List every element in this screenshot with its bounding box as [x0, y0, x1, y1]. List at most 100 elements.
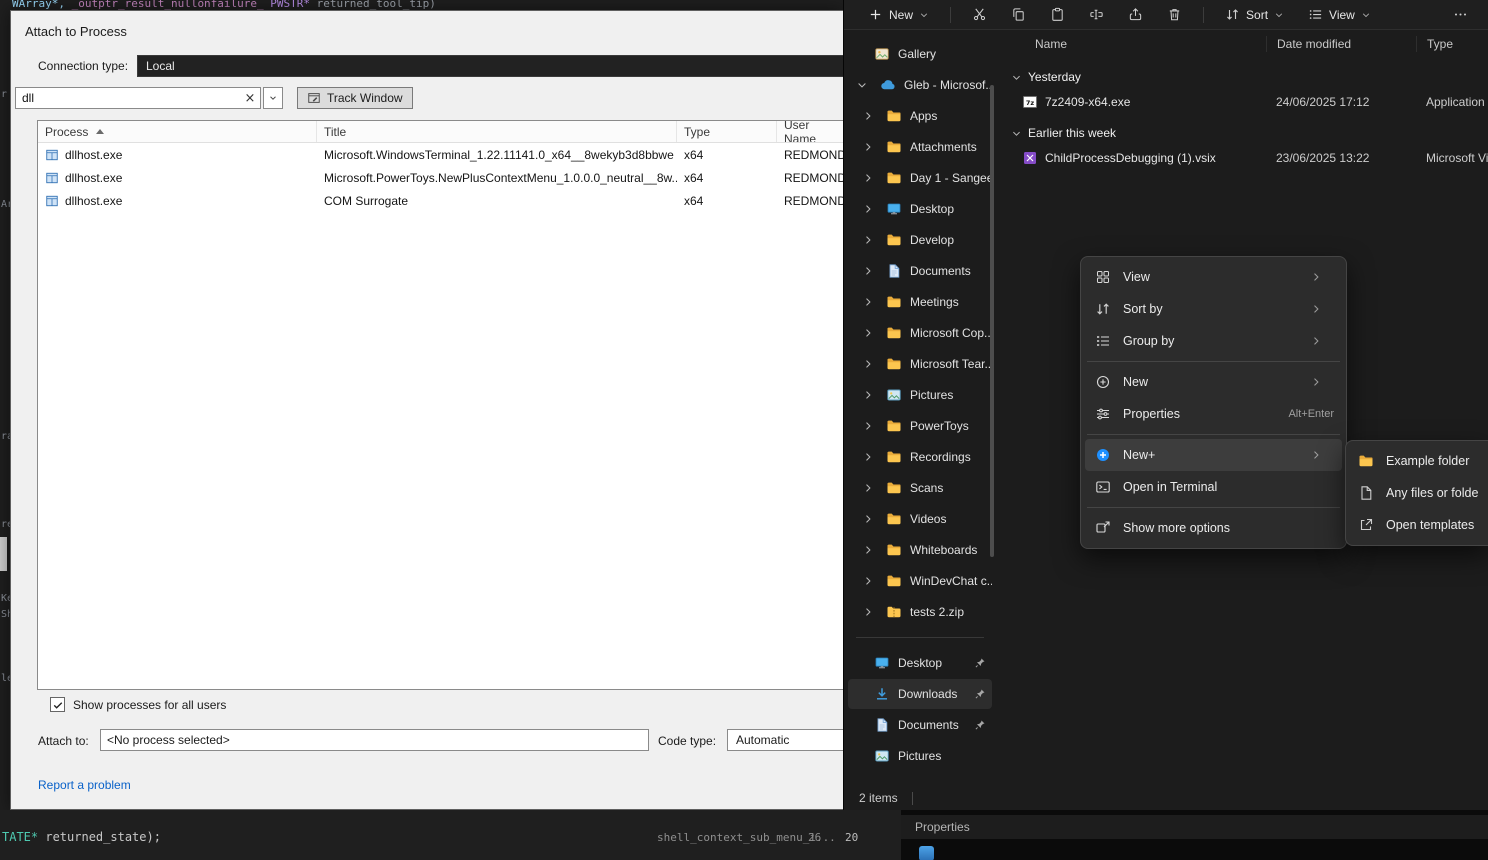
column-header-name[interactable]: Name [1001, 36, 1266, 52]
sort-button[interactable]: Sort [1215, 2, 1294, 27]
nav-item-apps[interactable]: Apps [848, 101, 992, 131]
process-row[interactable]: dllhost.exeCOM Surrogatex64REDMOND [38, 189, 843, 212]
zip-icon [886, 604, 902, 620]
chevron-down-icon [856, 79, 868, 91]
title-cell: Microsoft.WindowsTerminal_1.22.11141.0_x… [317, 148, 677, 162]
nav-item-videos[interactable]: Videos [848, 504, 992, 534]
nav-item-pictures[interactable]: Pictures [848, 380, 992, 410]
process-filter-input[interactable]: dll × [15, 87, 261, 109]
menu-item-show-more-options[interactable]: Show more options [1085, 512, 1342, 544]
filter-value: dll [22, 91, 240, 105]
attach-to-field[interactable]: <No process selected> [100, 729, 649, 751]
nav-item-desktop[interactable]: Desktop [848, 648, 992, 678]
menu-item-label: Open in Terminal [1123, 480, 1334, 494]
pin-icon [974, 688, 986, 700]
menu-item-sort-by[interactable]: Sort by [1085, 293, 1342, 325]
nav-item-microsoft-cop[interactable]: Microsoft Cop... [848, 318, 992, 348]
user-cell: REDMOND [777, 171, 843, 185]
nav-item-label: Recordings [910, 450, 992, 464]
menu-item-new[interactable]: New [1085, 366, 1342, 398]
nav-item-gleb-microsof[interactable]: Gleb - Microsof... [848, 70, 992, 100]
submenu-item-open-templates[interactable]: Open templates [1350, 509, 1488, 541]
menu-item-view[interactable]: View [1085, 261, 1342, 293]
submenu-item-any-files-or-folde[interactable]: Any files or folde [1350, 477, 1488, 509]
chevron-down-icon [1274, 10, 1284, 20]
menu-item-group-by[interactable]: Group by [1085, 325, 1342, 357]
delete-button[interactable] [1157, 2, 1192, 27]
process-row[interactable]: dllhost.exe Microsoft.PowerToys.NewPlusCo… [38, 166, 843, 189]
nav-item-develop[interactable]: Develop [848, 225, 992, 255]
line-number: 26 [808, 831, 821, 844]
new-button[interactable]: New [858, 2, 939, 27]
code-type-combobox[interactable]: Automatic [727, 729, 843, 751]
nav-item-meetings[interactable]: Meetings [848, 287, 992, 317]
menu-item-new[interactable]: New+ [1085, 439, 1342, 471]
rename-button[interactable] [1079, 2, 1114, 27]
cut-button[interactable] [962, 2, 997, 27]
menu-separator [1087, 361, 1340, 362]
nav-item-documents[interactable]: Documents [848, 256, 992, 286]
file-date-cell: 23/06/2025 13:22 [1266, 151, 1416, 165]
menu-separator [1087, 507, 1340, 508]
nav-item-downloads[interactable]: Downloads [848, 679, 992, 709]
column-header-type[interactable]: Type [677, 121, 777, 142]
menu-shortcut: Alt+Enter [1288, 408, 1334, 420]
nav-item-label: Scans [910, 481, 992, 495]
file-group-header[interactable]: Earlier this week [1001, 120, 1488, 146]
menu-item-open-in-terminal[interactable]: Open in Terminal [1085, 471, 1342, 503]
column-header-type[interactable]: Type [1416, 36, 1488, 52]
process-row[interactable]: dllhost.exeMicrosoft.WindowsTerminal_1.2… [38, 143, 843, 166]
code-editor-top-line: WArray*, _outptr_result_nullonfailure_ P… [0, 0, 843, 10]
track-window-button[interactable]: Track Window [297, 87, 413, 109]
menu-separator [1087, 434, 1340, 435]
nav-item-whiteboards[interactable]: Whiteboards [848, 535, 992, 565]
copy-button[interactable] [1001, 2, 1036, 27]
nav-item-microsoft-tear[interactable]: Microsoft Tear... [848, 349, 992, 379]
submenu-item-example-folder[interactable]: Example folder [1350, 445, 1488, 477]
properties-panel-titlebar[interactable]: Properties [901, 815, 1488, 839]
column-header-title[interactable]: Title [317, 121, 677, 142]
nav-item-desktop[interactable]: Desktop [848, 194, 992, 224]
column-header-process[interactable]: Process [38, 121, 317, 142]
column-header-date-modified[interactable]: Date modified [1266, 36, 1416, 52]
cut-icon [972, 7, 987, 22]
file-row[interactable]: ChildProcessDebugging (1).vsix23/06/2025… [1001, 146, 1488, 170]
file-group-header[interactable]: Yesterday [1001, 64, 1488, 90]
nav-item-documents[interactable]: Documents [848, 710, 992, 740]
nav-item-label: tests 2.zip [910, 605, 992, 619]
process-title: Microsoft.PowerToys.NewPlusContextMenu_1… [324, 171, 677, 185]
process-name: dllhost.exe [65, 171, 122, 185]
chevron-right-icon [1310, 449, 1322, 461]
nav-item-label: Videos [910, 512, 992, 526]
chevron-right-icon [862, 172, 874, 184]
share-button[interactable] [1118, 2, 1153, 27]
column-header-user-name[interactable]: User Name [777, 121, 843, 142]
process-cell: dllhost.exe [38, 171, 317, 185]
nav-item-attachments[interactable]: Attachments [848, 132, 992, 162]
connection-type-combobox[interactable]: Local [137, 55, 843, 77]
nav-item-pictures[interactable]: Pictures [848, 741, 992, 771]
process-user: REDMOND [784, 148, 843, 162]
file-row[interactable]: 7z7z2409-x64.exe24/06/2025 17:12Applicat… [1001, 90, 1488, 114]
menu-item-properties[interactable]: PropertiesAlt+Enter [1085, 398, 1342, 430]
see-more-button[interactable] [1443, 2, 1478, 27]
paste-button[interactable] [1040, 2, 1075, 27]
filter-dropdown-button[interactable] [263, 87, 283, 109]
nav-item-powertoys[interactable]: PowerToys [848, 411, 992, 441]
nav-item-gallery[interactable]: Gallery [848, 39, 992, 69]
nav-item-recordings[interactable]: Recordings [848, 442, 992, 472]
nav-scrollbar[interactable] [990, 85, 994, 557]
nav-item-day-1-sangee[interactable]: Day 1 - Sangee... [848, 163, 992, 193]
toolbar-separator [950, 7, 951, 23]
show-all-users-checkbox[interactable] [50, 697, 65, 712]
clear-filter-icon[interactable]: × [240, 91, 260, 106]
attach-to-process-dialog: Attach to Process Connection type: Local… [10, 10, 843, 810]
nav-item-scans[interactable]: Scans [848, 473, 992, 503]
file-date-cell: 24/06/2025 17:12 [1266, 95, 1416, 109]
report-a-problem-link[interactable]: Report a problem [38, 778, 131, 792]
view-button[interactable]: View [1298, 2, 1381, 27]
file-list-header: Name Date modified Type [1001, 30, 1488, 58]
nav-item-tests-2-zip[interactable]: tests 2.zip [848, 597, 992, 627]
code-fragment: ra [1, 431, 10, 442]
nav-item-windevchat-c[interactable]: WinDevChat c... [848, 566, 992, 596]
